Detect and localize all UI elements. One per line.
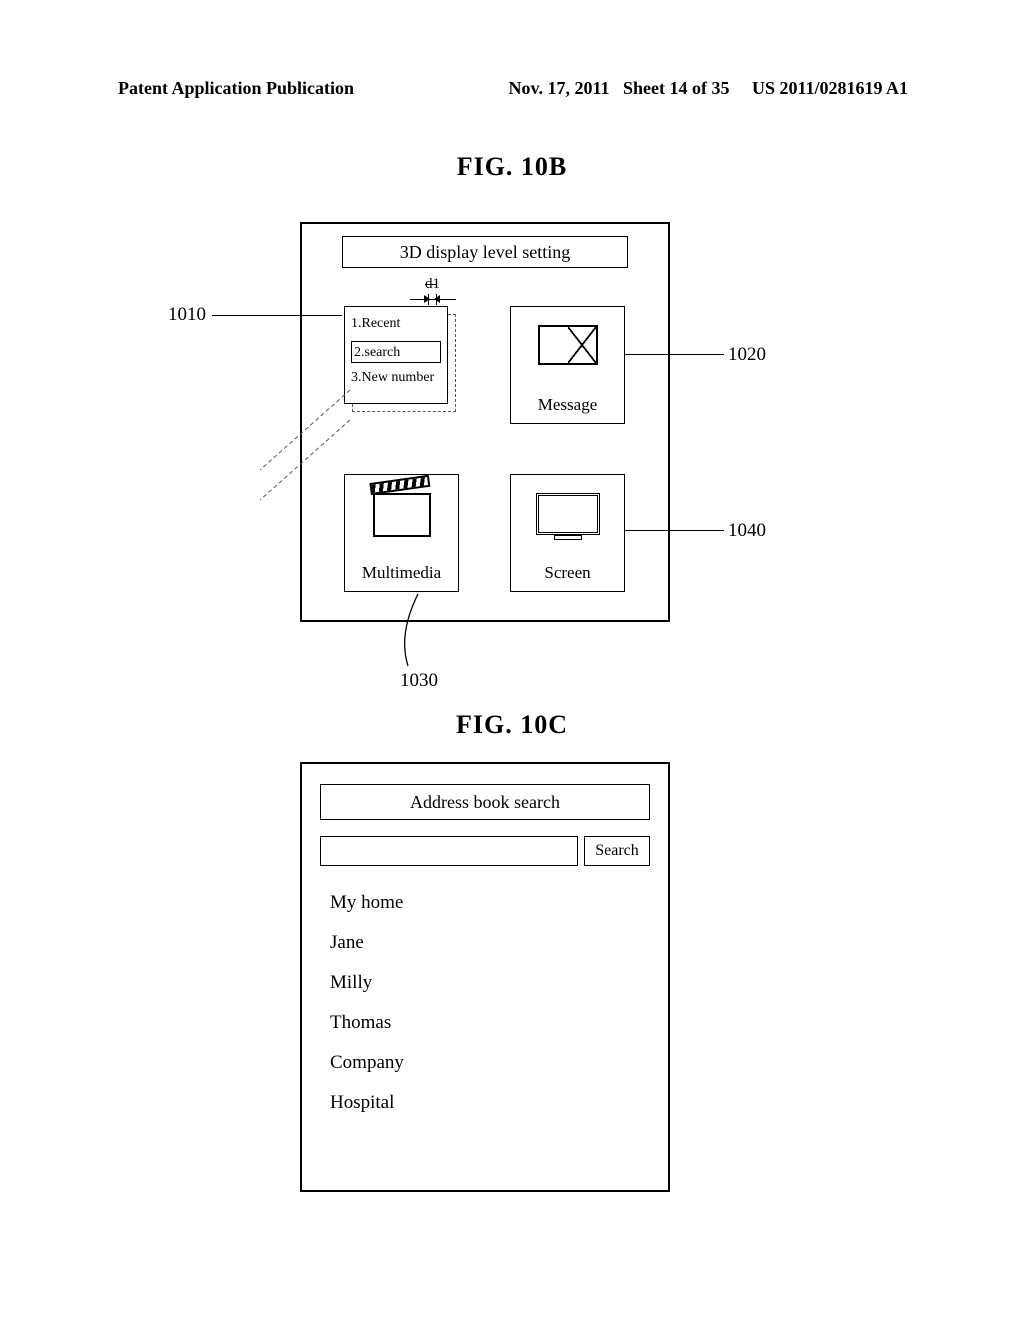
refnum-1040: 1040 (728, 520, 766, 542)
refnum-1030: 1030 (400, 670, 438, 692)
contact-item[interactable]: Thomas (330, 1012, 650, 1034)
contact-item[interactable]: Company (330, 1052, 650, 1074)
header-right: Nov. 17, 2011 Sheet 14 of 35 US 2011/028… (508, 78, 908, 99)
refnum-1010: 1010 (168, 304, 206, 326)
refnum-1020: 1020 (728, 344, 766, 366)
envelope-icon (533, 319, 603, 377)
fig10c-device-frame: Address book search Search My home Jane … (300, 762, 670, 1192)
contact-item[interactable]: Milly (330, 972, 650, 994)
screen-title-3d-setting: 3D display level setting (342, 236, 628, 268)
leader-1040 (624, 530, 680, 531)
clapperboard-icon (367, 487, 437, 545)
search-input[interactable] (320, 836, 578, 866)
popup-menu[interactable]: 1.Recent 2.search 3.New number (344, 306, 448, 404)
tile-multimedia[interactable]: Multimedia (344, 474, 459, 592)
tile-screen-label: Screen (511, 563, 624, 583)
header-left: Patent Application Publication (118, 78, 354, 99)
figure-label-10b: FIG. 10B (0, 152, 1024, 182)
search-button[interactable]: Search (584, 836, 650, 866)
tile-message-label: Message (511, 395, 624, 415)
screen-title-address-book: Address book search (320, 784, 650, 820)
tile-screen[interactable]: Screen (510, 474, 625, 592)
menu-item-search[interactable]: 2.search (351, 341, 441, 363)
d1-overline (425, 284, 437, 285)
contact-item[interactable]: My home (330, 892, 650, 914)
monitor-icon (533, 487, 603, 545)
contact-item[interactable]: Hospital (330, 1092, 650, 1114)
d1-dimension-arrows (410, 294, 456, 306)
fig10b-device-frame: 3D display level setting d1 1.Recent 2.s… (300, 222, 670, 622)
leader-1020 (624, 354, 680, 355)
search-row: Search (320, 836, 650, 866)
figure-label-10c: FIG. 10C (0, 710, 1024, 740)
menu-item-new-number[interactable]: 3.New number (351, 367, 441, 395)
menu-item-recent[interactable]: 1.Recent (351, 313, 441, 341)
patent-page-header: Patent Application Publication Nov. 17, … (0, 78, 1024, 99)
tile-message[interactable]: Message (510, 306, 625, 424)
leader-1010 (212, 315, 342, 316)
contact-item[interactable]: Jane (330, 932, 650, 954)
tile-multimedia-label: Multimedia (345, 563, 458, 583)
contact-list: My home Jane Milly Thomas Company Hospit… (320, 892, 650, 1114)
